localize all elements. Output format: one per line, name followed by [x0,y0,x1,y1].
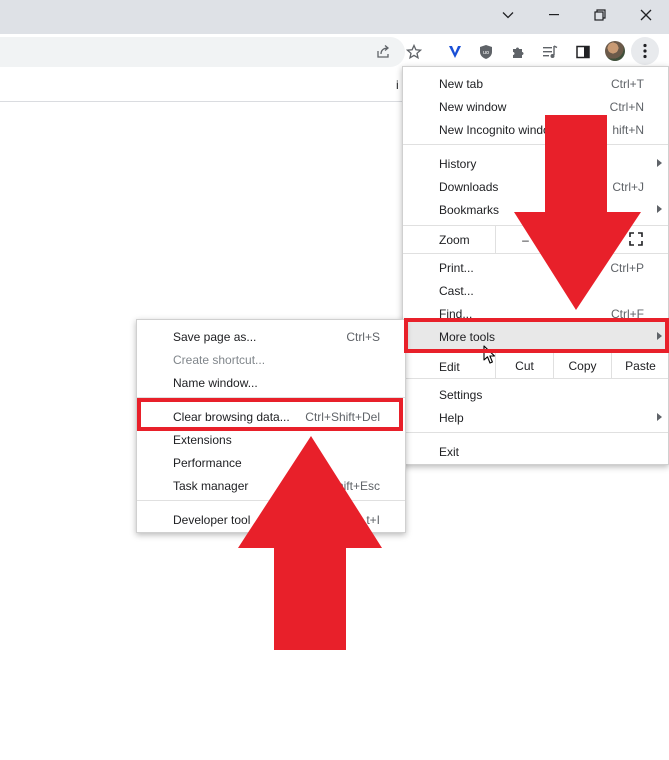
bookmark-truncated-text: i [396,78,399,92]
media-icon[interactable] [538,40,562,64]
toolbar: uo [0,34,669,70]
star-icon[interactable] [402,40,426,64]
title-bar [0,0,669,34]
menu-item-exit[interactable]: Exit [439,445,459,459]
side-panel-icon[interactable] [571,40,595,64]
menu-item-performance[interactable]: Performance [173,456,242,470]
menu-item-save-page[interactable]: Save page as... [173,330,256,344]
shortcut-save-page: Ctrl+S [346,330,380,344]
up-arrow-annotation [238,436,382,650]
menu-item-downloads[interactable]: Downloads [439,180,498,194]
paste-label: Paste [625,358,656,373]
highlight-box-more-tools [404,318,669,353]
menu-item-help[interactable]: Help [439,411,464,425]
highlight-box-clear-browsing-data [137,398,403,431]
vpn-extension-icon[interactable] [443,40,467,64]
paste-button[interactable]: Paste [611,353,669,378]
menu-item-new-window[interactable]: New window [439,100,506,114]
copy-button[interactable]: Copy [553,353,611,378]
menu-item-settings[interactable]: Settings [439,388,482,402]
menu-item-extensions[interactable]: Extensions [173,433,232,447]
close-icon[interactable] [623,0,669,30]
puzzle-icon[interactable] [506,40,530,64]
down-arrow-annotation [514,115,641,310]
svg-text:uo: uo [483,50,489,56]
menu-item-zoom: Zoom [439,233,470,247]
kebab-menu-icon[interactable] [631,37,659,65]
copy-label: Copy [568,358,597,373]
menu-divider [403,432,668,433]
minimize-icon[interactable] [531,0,577,30]
menu-item-bookmarks[interactable]: Bookmarks [439,203,499,217]
cut-label: Cut [515,358,534,373]
avatar[interactable] [605,41,625,61]
menu-item-print[interactable]: Print... [439,261,474,275]
menu-item-history[interactable]: History [439,157,476,171]
menu-divider [403,378,668,379]
menu-item-cast[interactable]: Cast... [439,284,474,298]
ublock-icon[interactable]: uo [474,40,498,64]
restore-icon[interactable] [577,0,623,30]
menu-item-name-window[interactable]: Name window... [173,376,258,390]
chevron-right-icon [657,413,662,421]
address-bar[interactable] [0,37,405,67]
chevron-down-icon[interactable] [485,0,531,30]
menu-item-edit: Edit [439,360,460,374]
shortcut-new-tab: Ctrl+T [611,77,644,91]
menu-item-create-shortcut: Create shortcut... [173,353,266,367]
share-icon[interactable] [371,40,395,64]
menu-item-new-tab[interactable]: New tab [439,77,483,91]
cut-button[interactable]: Cut [495,353,553,378]
